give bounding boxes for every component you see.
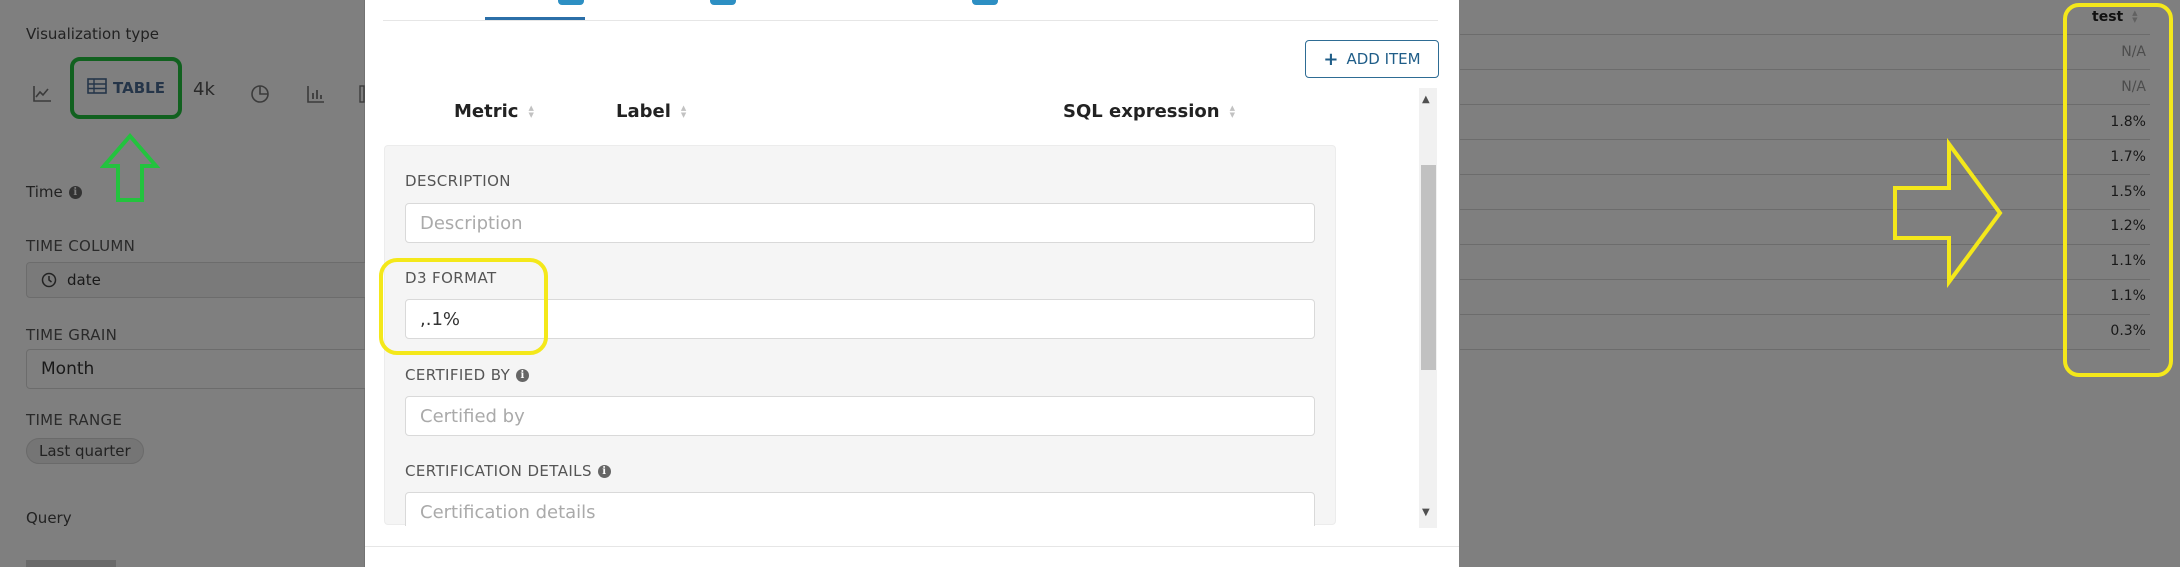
certified-by-input[interactable]: [405, 396, 1315, 436]
tab-count-badge: [972, 0, 998, 5]
certified-by-label-text: CERTIFIED BY: [405, 366, 511, 384]
info-icon: i: [597, 464, 611, 478]
column-header-label: Metric: [454, 101, 519, 122]
column-header-metric[interactable]: Metric ▲ ▼: [454, 101, 534, 122]
d3-format-highlight: [379, 258, 548, 355]
certification-details-label: CERTIFICATION DETAILS i: [405, 462, 611, 480]
info-icon: i: [516, 368, 530, 382]
add-item-label: ADD ITEM: [1346, 50, 1421, 68]
sort-icon[interactable]: ▲▼: [681, 104, 686, 119]
scroll-down-icon[interactable]: ▼: [1422, 507, 1430, 518]
tab-bar-divider: [383, 20, 1438, 21]
plus-icon: +: [1323, 48, 1339, 70]
right-arrow-annotation-icon: [1893, 138, 2003, 288]
sort-icon[interactable]: ▲▼: [1230, 104, 1235, 119]
tab-metrics-active-indicator: [485, 17, 585, 20]
description-input[interactable]: [405, 203, 1315, 243]
certification-details-input[interactable]: [405, 492, 1315, 526]
tab-count-badge: [710, 0, 736, 5]
up-arrow-annotation-icon: [100, 132, 160, 202]
sort-icon[interactable]: ▲▼: [528, 104, 533, 119]
certification-details-label-text: CERTIFICATION DETAILS: [405, 462, 592, 480]
scroll-up-icon[interactable]: ▲: [1422, 94, 1430, 105]
column-header-label-col[interactable]: Label ▲ ▼: [616, 101, 686, 122]
column-header-sql-expression[interactable]: SQL expression ▲ ▼: [1063, 101, 1235, 122]
scrollbar-thumb[interactable]: [1421, 165, 1436, 370]
tab-count-badge: [558, 0, 584, 5]
description-label: DESCRIPTION: [405, 172, 511, 190]
certification-details-clip: [405, 492, 1315, 526]
test-column-highlight: [2063, 3, 2173, 377]
description-label-text: DESCRIPTION: [405, 172, 511, 190]
modal-footer-divider: [365, 546, 1459, 547]
column-header-label: Label: [616, 101, 671, 122]
add-item-button[interactable]: + ADD ITEM: [1305, 40, 1439, 78]
column-header-label: SQL expression: [1063, 101, 1220, 122]
certified-by-label: CERTIFIED BY i: [405, 366, 530, 384]
